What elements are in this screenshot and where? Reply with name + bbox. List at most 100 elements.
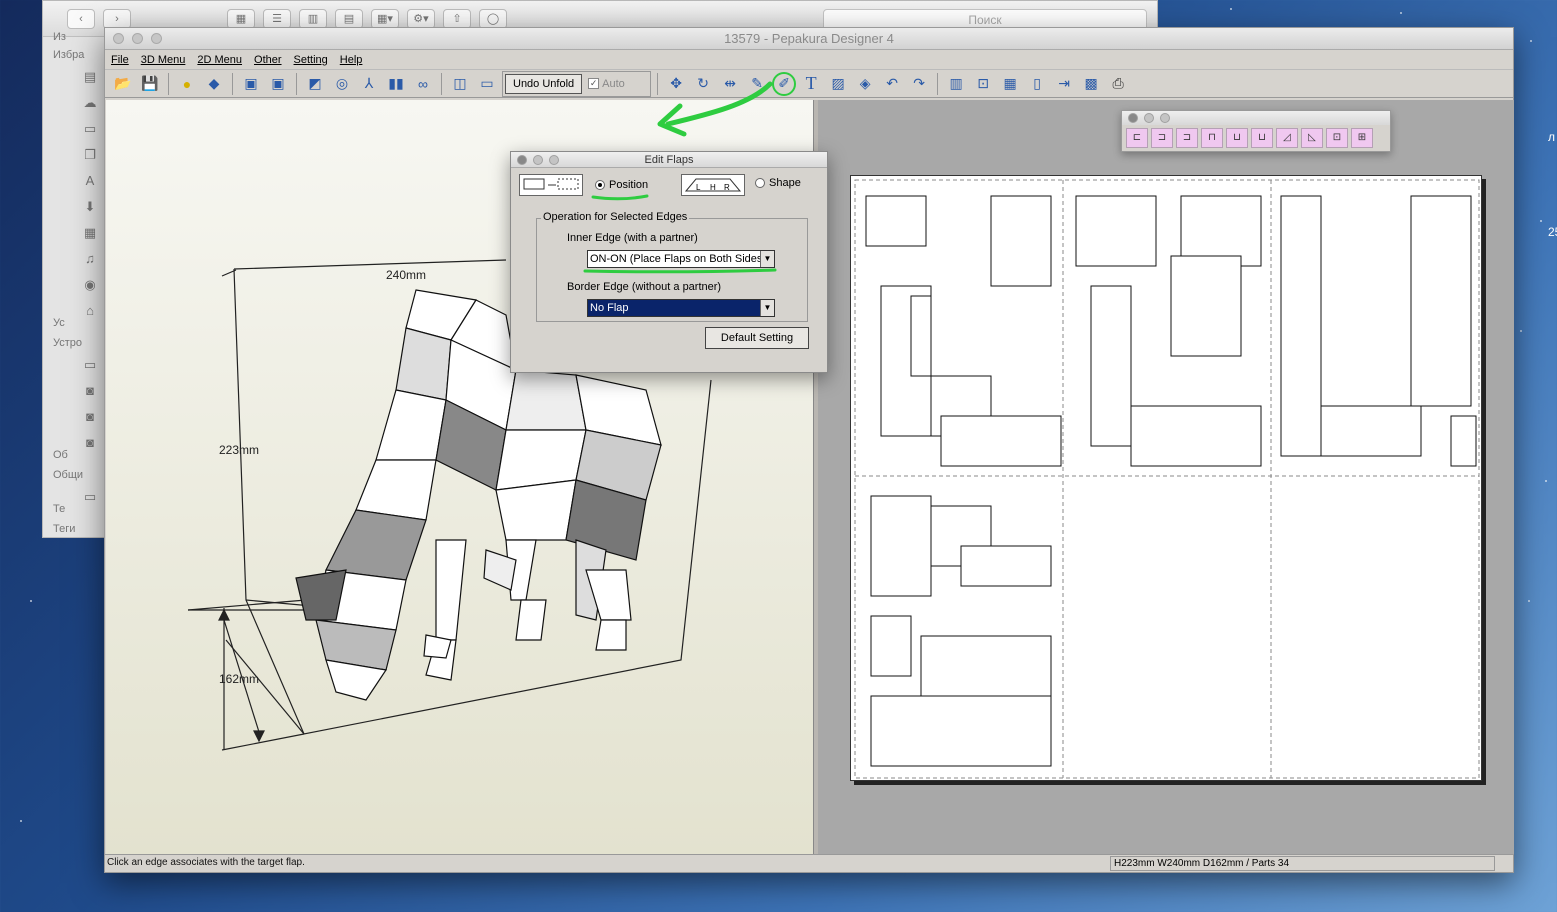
forward-button[interactable]: › [103,8,131,29]
palette-zoom-button[interactable] [1160,113,1170,123]
edit-3d-icon[interactable]: ◩ [303,72,327,96]
dialog-close-button[interactable] [517,155,527,165]
save-icon[interactable]: 💾 [138,72,162,96]
light-icon[interactable]: ● [175,72,199,96]
menu-other[interactable]: Other [254,54,282,66]
back-button[interactable]: ‹ [67,8,95,29]
documents-icon[interactable]: ❐ [81,147,99,163]
mirror-icon[interactable]: ▮▮ [384,72,408,96]
distribute-h-icon[interactable]: ◿ [1276,128,1298,148]
toolbar: 📂 💾 ● ◆ ▣ ▣ ◩ ◎ ⅄ ▮▮ ∞ ◫ ▭ Undo Unfold ✓… [105,70,1513,98]
menu-2d[interactable]: 2D Menu [197,54,242,66]
computer-icon[interactable]: ▭ [81,357,99,373]
inner-edge-label: Inner Edge (with a partner) [567,232,698,244]
default-setting-button[interactable]: Default Setting [705,327,809,349]
auto-label: Auto [602,77,625,90]
distribute-v-icon[interactable]: ◺ [1301,128,1323,148]
network-icon[interactable]: ▭ [81,489,99,505]
undo-unfold-button[interactable]: Undo Unfold [505,73,583,94]
tag-button[interactable]: ◯ [479,8,507,29]
align-bottom-icon[interactable]: ⊔ [1251,128,1273,148]
menu-help[interactable]: Help [340,54,363,66]
align-center-icon[interactable]: ⊐ [1151,128,1173,148]
single-view-icon[interactable]: ▭ [475,72,499,96]
image-icon[interactable]: ▨ [826,72,850,96]
cube-2-icon[interactable]: ▣ [266,72,290,96]
dialog-min-button[interactable] [533,155,543,165]
applications-icon[interactable]: A [81,173,99,189]
shape-letter-r: R [724,183,730,192]
cylinder-icon[interactable]: ◎ [330,72,354,96]
book-icon[interactable]: ▥ [944,72,968,96]
align-middle-icon[interactable]: ⊔ [1226,128,1248,148]
sidebar-label-4: Об [53,449,68,461]
cube-icon[interactable]: ▣ [239,72,263,96]
status-dimensions: H223mm W240mm D162mm / Parts 34 [1110,856,1495,871]
share-button[interactable]: ⇧ [443,8,471,29]
music-icon[interactable]: ♫ [81,251,99,267]
redo-icon[interactable]: ↷ [907,72,931,96]
sidebar-label-6: Те [53,503,66,515]
2d-view[interactable] [818,100,1514,854]
icloud-icon[interactable]: ☁ [81,95,99,111]
movies-icon[interactable]: ▦ [81,225,99,241]
downloads-icon[interactable]: ⬇ [81,199,99,215]
camera-icon[interactable]: ◉ [81,277,99,293]
radio-selected-icon [595,180,605,190]
dialog-title-bar: Edit Flaps [511,152,827,168]
check-icon: ✓ [588,78,600,89]
border-edge-label: Border Edge (without a partner) [567,281,722,293]
settings-page-icon[interactable]: ▩ [1079,72,1103,96]
axis-icon[interactable]: ⅄ [357,72,381,96]
group-label: Operation for Selected Edges [541,211,690,223]
minimize-window-button[interactable] [132,33,143,44]
zoom-window-button[interactable] [151,33,162,44]
cover-flow-button[interactable]: ▤ [335,8,363,29]
palette-close-button[interactable] [1128,113,1138,123]
undo-icon[interactable]: ↶ [880,72,904,96]
disk-icon[interactable]: ◙ [81,383,99,399]
disk-icon[interactable]: ◙ [81,409,99,425]
box-icon[interactable]: ◈ [853,72,877,96]
export-icon[interactable]: ⇥ [1052,72,1076,96]
menu-file[interactable]: File [111,54,129,66]
texture-icon[interactable]: ◆ [202,72,226,96]
inner-edge-select[interactable]: ON-ON (Place Flaps on Both Sides) ▼ [587,250,775,268]
menu-setting[interactable]: Setting [294,54,328,66]
sidebar-item-icon[interactable]: ▭ [81,121,99,137]
status-message: Click an edge associates with the target… [107,857,305,868]
dialog-zoom-button[interactable] [549,155,559,165]
home-icon[interactable]: ⌂ [81,303,99,319]
text-icon[interactable]: T [799,72,823,96]
column-view-button[interactable]: ▥ [299,8,327,29]
menu-3d[interactable]: 3D Menu [141,54,186,66]
align-top-icon[interactable]: ⊓ [1201,128,1223,148]
layout-icon[interactable]: ▦ [998,72,1022,96]
list-view-button[interactable]: ☰ [263,8,291,29]
palette-min-button[interactable] [1144,113,1154,123]
arrange-button[interactable]: ▦▾ [371,8,399,29]
close-window-button[interactable] [113,33,124,44]
icon-view-button[interactable]: ▦ [227,8,255,29]
dim-depth-label: 162mm [219,672,259,686]
sidebar-label-7: Теги [53,523,76,535]
shape-radio[interactable]: Shape [755,177,801,189]
position-radio[interactable]: Position [595,179,648,191]
disk-icon[interactable]: ◙ [81,435,99,451]
align-left-icon[interactable]: ⊏ [1126,128,1148,148]
open-icon[interactable]: 📂 [111,72,135,96]
ungroup-icon[interactable]: ⊞ [1351,128,1373,148]
action-gear-button[interactable]: ⚙▾ [407,8,435,29]
fit-icon[interactable]: ⊡ [971,72,995,96]
align-right-icon[interactable]: ⊐ [1176,128,1198,148]
sidebar-item-icon[interactable]: ▤ [81,69,99,85]
sidebar-label-0: Из [53,31,66,43]
position-underline [591,194,649,201]
border-edge-select[interactable]: No Flap ▼ [587,299,775,317]
print-icon[interactable]: ⎙ [1106,72,1130,96]
group-icon[interactable]: ⊡ [1326,128,1348,148]
page-icon[interactable]: ▯ [1025,72,1049,96]
split-view-icon[interactable]: ◫ [448,72,472,96]
link-icon[interactable]: ∞ [411,72,435,96]
dim-height-label: 223mm [219,443,259,457]
